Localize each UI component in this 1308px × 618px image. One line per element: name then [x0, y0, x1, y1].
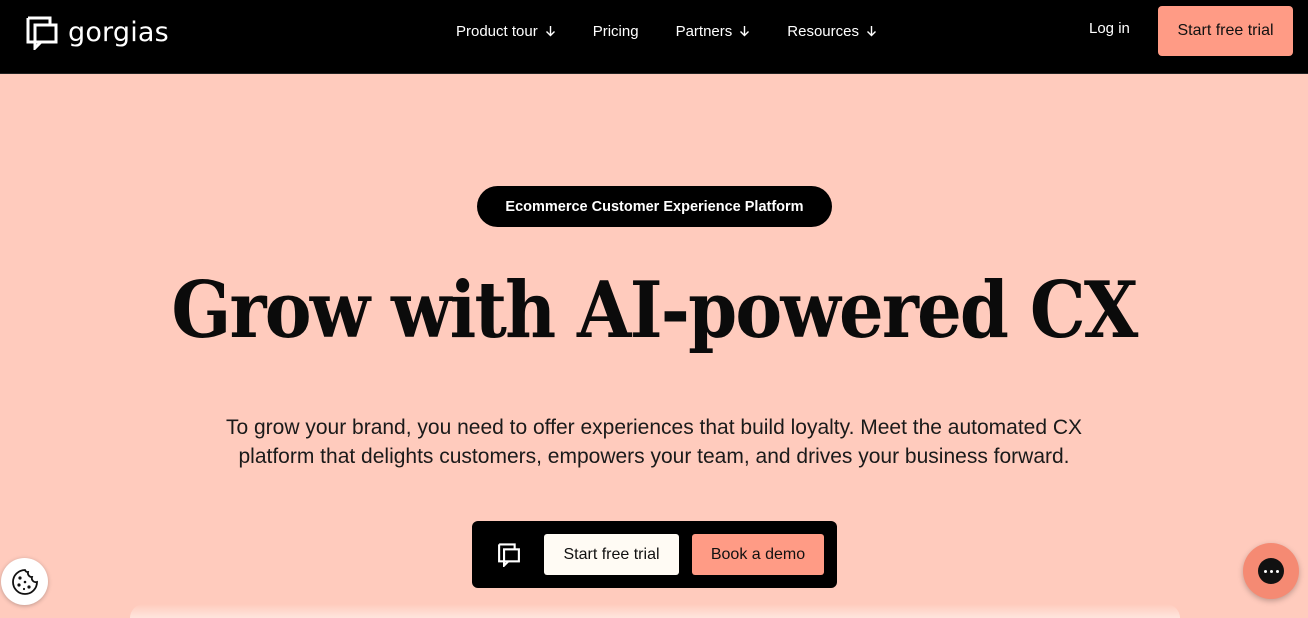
logo-link[interactable]: gorgias: [26, 16, 169, 50]
gorgias-logo-icon: [26, 16, 58, 50]
cookie-icon: [11, 568, 38, 595]
hero-badge: Ecommerce Customer Experience Platform: [477, 186, 832, 227]
login-link[interactable]: Log in: [1089, 20, 1130, 37]
nav-item-product-tour[interactable]: Product tour: [456, 23, 556, 40]
nav-item-label: Partners: [675, 22, 733, 40]
nav-item-resources[interactable]: Resources: [787, 23, 877, 40]
hero-subtext: To grow your brand, you need to offer ex…: [225, 416, 1083, 468]
top-navigation-bar: gorgias Product tour Pricing Partners Re…: [0, 0, 1308, 74]
main-nav: Product tour Pricing Partners Resources: [456, 20, 914, 42]
logo-wordmark: gorgias: [68, 16, 169, 48]
nav-item-partners[interactable]: Partners: [676, 23, 751, 40]
arrow-down-icon: [866, 26, 876, 37]
nav-item-label: Product tour: [456, 22, 538, 40]
chat-bubble-icon: [1258, 558, 1284, 584]
cta-bar: Start free trial Book a demo: [472, 521, 837, 588]
cookie-settings-button[interactable]: [1, 558, 48, 605]
arrow-down-icon: [545, 26, 555, 37]
chat-widget-button[interactable]: [1243, 543, 1299, 599]
hero-headline: Grow with AI-powered CX: [171, 265, 1138, 356]
nav-item-label: Resources: [787, 22, 859, 40]
nav-item-pricing[interactable]: Pricing: [593, 23, 639, 40]
gorgias-logo-icon: [498, 543, 520, 567]
start-free-trial-button[interactable]: Start free trial: [1158, 6, 1293, 56]
start-free-trial-button[interactable]: Start free trial: [544, 534, 679, 575]
nav-item-label: Pricing: [592, 22, 639, 40]
content-card-edge: [130, 604, 1180, 618]
arrow-down-icon: [740, 26, 750, 37]
book-a-demo-button[interactable]: Book a demo: [692, 534, 824, 575]
